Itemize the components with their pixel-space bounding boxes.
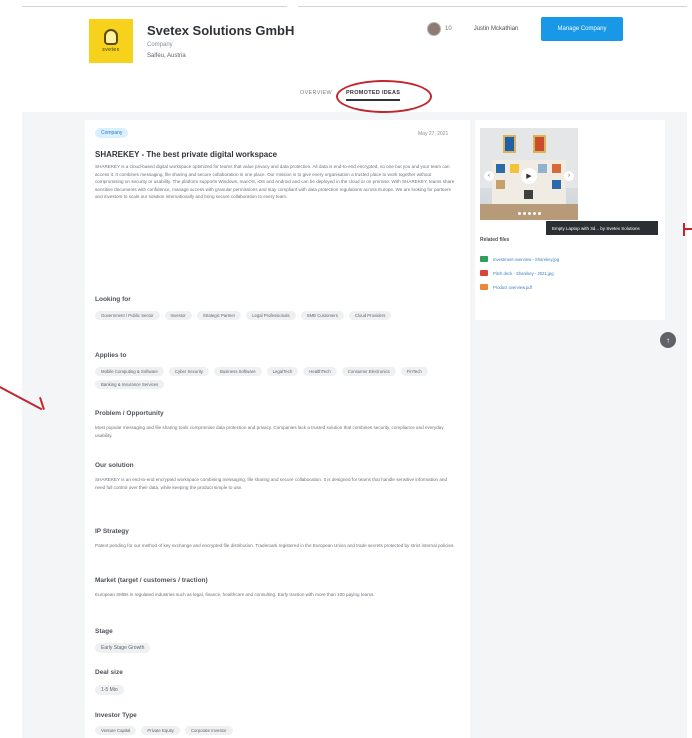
carousel-dot[interactable] bbox=[528, 212, 531, 215]
avatar[interactable] bbox=[427, 22, 441, 36]
carousel-dot[interactable] bbox=[518, 212, 521, 215]
user-name[interactable]: Justin Mckathian bbox=[474, 26, 519, 32]
investor-type-chip: Venture Capital bbox=[95, 726, 137, 735]
looking-for-heading: Looking for bbox=[95, 296, 131, 303]
applies-to-chips: Mobile Computing & Software Cyber Securi… bbox=[95, 367, 465, 389]
carousel-dot[interactable] bbox=[523, 212, 526, 215]
company-type: Company bbox=[147, 42, 173, 48]
looking-for-chip: Investor bbox=[164, 311, 192, 320]
arrow-up-icon[interactable]: ↑ bbox=[660, 332, 676, 348]
related-file[interactable]: Investment overview - Sharekey.jpg bbox=[480, 256, 559, 262]
market-heading: Market (target / customers / traction) bbox=[95, 577, 208, 584]
carousel-dot[interactable] bbox=[533, 212, 536, 215]
investor-type-chip: Corporate Investor bbox=[184, 726, 233, 735]
tab-overview[interactable]: OVERVIEW bbox=[300, 90, 332, 101]
shelf-cell bbox=[538, 164, 547, 173]
post-title: SHAREKEY - The best private digital work… bbox=[95, 150, 278, 159]
related-file[interactable]: Product overview.pdf bbox=[480, 284, 532, 290]
shelf-cell bbox=[552, 164, 561, 173]
shelf-cell bbox=[496, 164, 505, 173]
manage-company-label: Manage Company bbox=[557, 26, 607, 32]
image-file-icon bbox=[480, 270, 488, 276]
shelf-cell bbox=[496, 180, 505, 189]
play-icon[interactable]: ▶ bbox=[521, 168, 537, 184]
applies-to-chip: HealthTech bbox=[303, 367, 337, 376]
applies-to-heading: Applies to bbox=[95, 352, 127, 359]
looking-for-chips: Government / Public Sector Investor Stra… bbox=[95, 311, 465, 320]
carousel-dot[interactable] bbox=[538, 212, 541, 215]
company-name: Svetex Solutions GmbH bbox=[147, 23, 295, 38]
image-file-icon bbox=[480, 256, 488, 262]
media-tooltip: Empty Laptop with 3d... by Svetex Soluti… bbox=[546, 221, 658, 235]
stage-heading: Stage bbox=[95, 628, 113, 635]
ip-heading: IP Strategy bbox=[95, 528, 129, 535]
solution-text: SHAREKEY is an end-to-end encrypted work… bbox=[95, 477, 448, 490]
category-badge: Company bbox=[95, 128, 129, 138]
chevron-left-icon[interactable]: ‹ bbox=[484, 171, 494, 181]
problem-heading: Problem / Opportunity bbox=[95, 410, 164, 417]
file-name[interactable]: Investment overview - Sharekey.jpg bbox=[493, 257, 559, 262]
related-file[interactable]: Pitch deck - Sharekey - 2021.jpg bbox=[480, 270, 554, 276]
applies-to-chip: Business Software bbox=[214, 367, 262, 376]
solution-heading: Our solution bbox=[95, 462, 134, 469]
stage-value: Early Stage Growth bbox=[95, 643, 151, 653]
applies-to-chip: LegalTech bbox=[266, 367, 299, 376]
post-date: May 27, 2021 bbox=[418, 131, 449, 137]
ip-text: Patent pending for our method of key exc… bbox=[95, 543, 455, 548]
file-name[interactable]: Pitch deck - Sharekey - 2021.jpg bbox=[493, 271, 554, 276]
applies-to-chip: FinTech bbox=[400, 367, 428, 376]
company-location: Salfeu, Austria bbox=[147, 53, 186, 59]
looking-for-chip: Government / Public Sector bbox=[95, 311, 160, 320]
looking-for-chip: Legal Professionals bbox=[246, 311, 296, 320]
applies-to-chip: Mobile Computing & Software bbox=[95, 367, 164, 376]
lightbulb-icon bbox=[104, 29, 118, 45]
media-carousel[interactable]: ‹ ▶ › bbox=[480, 128, 578, 220]
looking-for-chip: Strategic Partner bbox=[196, 311, 242, 320]
shelf-cell bbox=[552, 180, 561, 189]
problem-text: Most popular messaging and file sharing … bbox=[95, 425, 444, 438]
user-meta: 10 bbox=[445, 26, 452, 32]
logo-text: svetex bbox=[102, 47, 120, 53]
applies-to-chip: Consumer Electronics bbox=[341, 367, 396, 376]
annotation-ellipse bbox=[336, 80, 432, 113]
deal-size-value: 1-5 Mio bbox=[95, 685, 124, 695]
manage-company-button[interactable]: Manage Company bbox=[541, 17, 623, 41]
looking-for-chip: Cloud Providers bbox=[348, 311, 392, 320]
pdf-file-icon bbox=[480, 284, 488, 290]
picture-frame-blue bbox=[503, 135, 516, 153]
picture-frame-red bbox=[533, 135, 546, 153]
user-menu[interactable]: 10 Justin Mckathian bbox=[427, 22, 518, 36]
file-name[interactable]: Product overview.pdf bbox=[493, 285, 532, 290]
applies-to-chip: Banking & Insurance Services bbox=[95, 380, 165, 389]
market-text: European SMBs in regulated industries su… bbox=[95, 592, 375, 597]
deal-size-heading: Deal size bbox=[95, 669, 123, 676]
investor-type-chip: Private Equity bbox=[141, 726, 180, 735]
applies-to-chip: Cyber Security bbox=[168, 367, 210, 376]
shelf-cell bbox=[524, 190, 533, 199]
post-description: SHAREKEY is a cloud-based digital worksp… bbox=[95, 164, 455, 200]
investor-type-heading: Investor Type bbox=[95, 712, 137, 719]
company-logo: svetex bbox=[89, 19, 133, 63]
chevron-right-icon[interactable]: › bbox=[564, 171, 574, 181]
annotation-arrow-right-line bbox=[684, 228, 692, 230]
investor-type-chips: Venture Capital Private Equity Corporate… bbox=[95, 726, 465, 735]
looking-for-chip: SMB Customers bbox=[300, 311, 344, 320]
carousel-dots bbox=[518, 212, 541, 215]
shelf-cell bbox=[510, 164, 519, 173]
related-files-heading: Related files bbox=[480, 237, 510, 243]
